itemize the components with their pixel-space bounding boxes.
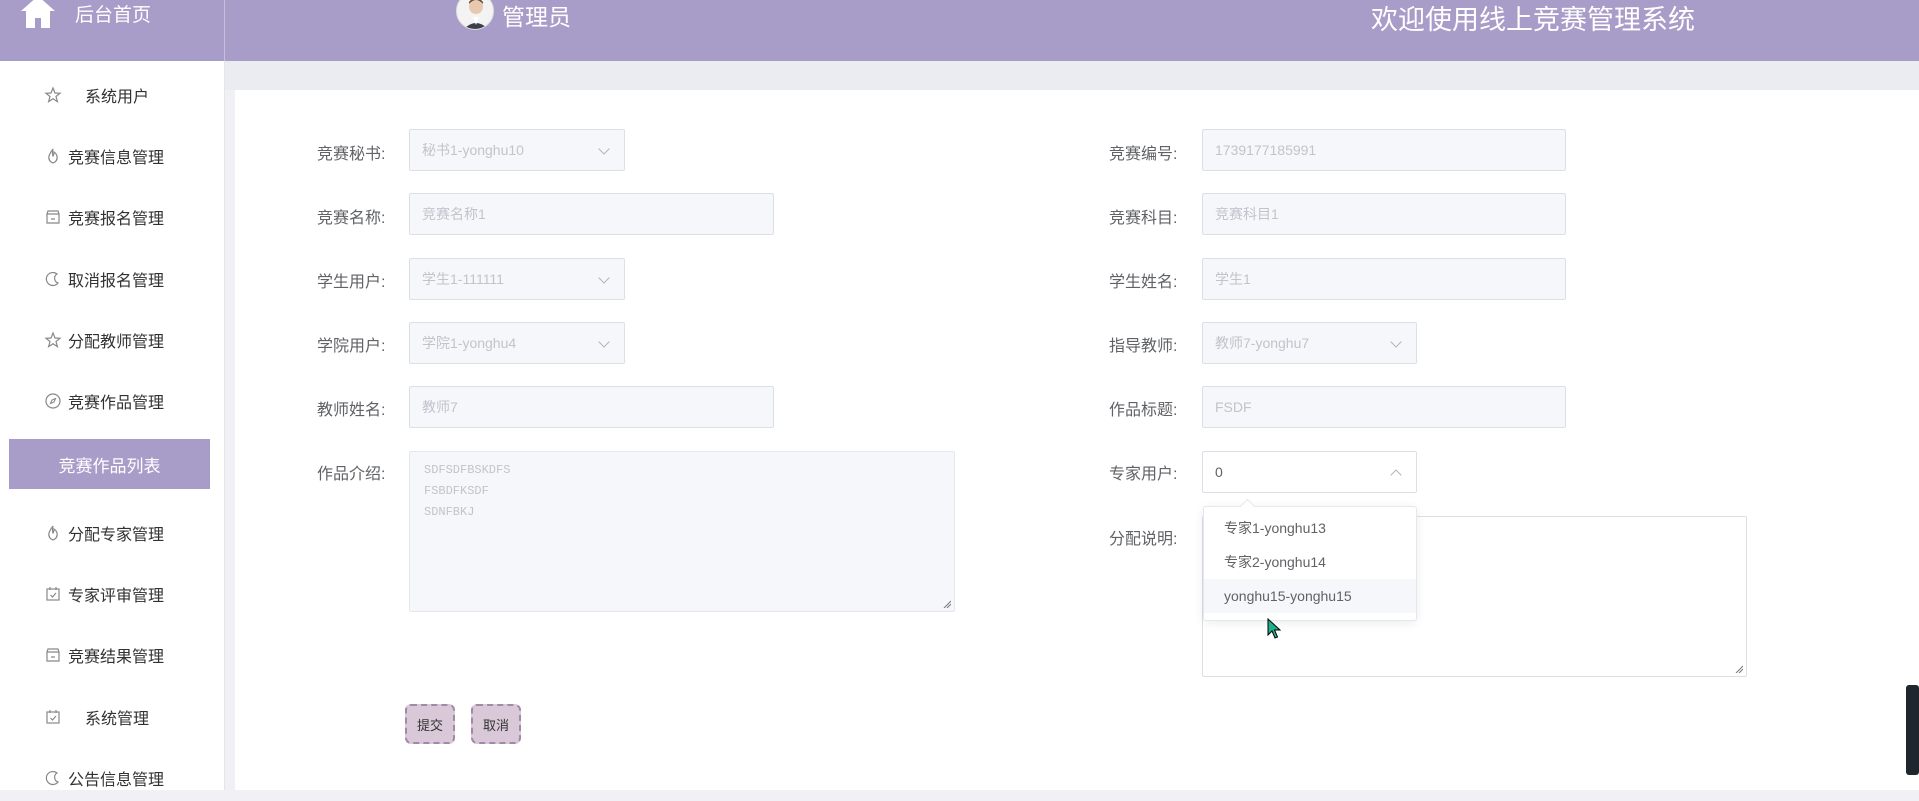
work-title-label: 作品标题:	[1109, 402, 1178, 419]
comp-subject-field[interactable]: 竞赛科目1	[1202, 193, 1566, 235]
sidebar-item-assign-expert[interactable]: 分配专家管理	[0, 510, 225, 556]
home-label: 后台首页	[75, 5, 152, 26]
sidebar-item-announcements[interactable]: 公告信息管理	[0, 755, 225, 801]
welcome-text: 欢迎使用线上竞赛管理系统	[1371, 5, 1695, 35]
star-icon	[44, 331, 62, 348]
calendar-check-icon	[46, 710, 60, 724]
home-icon	[21, 0, 55, 28]
sidebar-item-expert-review[interactable]: 专家评审管理	[0, 571, 225, 617]
expert-option[interactable]: yonghu15-yonghu15	[1204, 579, 1416, 613]
mouse-cursor-icon	[1267, 618, 1281, 639]
expert-option[interactable]: 专家1-yonghu13	[1204, 511, 1416, 545]
teacher-name-label: 教师姓名:	[317, 402, 386, 419]
submit-button[interactable]: 提交	[405, 704, 455, 744]
comp-subject-label: 竞赛科目:	[1109, 210, 1178, 227]
sidebar-item-system-management[interactable]: 系统管理	[0, 694, 225, 740]
star-icon	[44, 86, 62, 103]
sidebar-item-cancel-registration[interactable]: 取消报名管理	[0, 256, 225, 302]
admin-name[interactable]: 管理员	[502, 0, 571, 32]
expert-user-label: 专家用户:	[1109, 466, 1178, 483]
secretary-label: 竞赛秘书:	[317, 146, 386, 163]
expert-dropdown: 专家1-yonghu13 专家2-yonghu14 yonghu15-yongh…	[1203, 506, 1417, 621]
sidebar: 系统用户 竞赛信息管理 竞赛报名管理 取消报名管理 分配教师管理 竞赛作品管理 …	[0, 61, 225, 790]
comp-name-field[interactable]: 竞赛名称1	[409, 193, 774, 235]
moon-icon	[45, 271, 59, 287]
shop-icon	[46, 648, 60, 662]
comp-no-label: 竞赛编号:	[1109, 146, 1178, 163]
student-user-label: 学生用户:	[317, 274, 386, 291]
sidebar-item-competition-info[interactable]: 竞赛信息管理	[0, 133, 225, 179]
college-user-label: 学院用户:	[317, 338, 386, 355]
fire-icon	[48, 148, 58, 164]
secretary-select[interactable]: 秘书1-yonghu10	[409, 129, 625, 171]
expert-option[interactable]: 专家2-yonghu14	[1204, 545, 1416, 579]
shop-icon	[46, 210, 60, 224]
student-name-field[interactable]: 学生1	[1202, 258, 1566, 300]
calendar-check-icon	[46, 587, 60, 601]
advisor-select[interactable]: 教师7-yonghu7	[1202, 322, 1417, 364]
content-top-strip	[225, 61, 1919, 90]
sidebar-item-system-users[interactable]: 系统用户	[0, 72, 225, 118]
top-header: 后台首页 管理员 欢迎使用线上竞赛管理系统	[0, 0, 1919, 61]
student-user-select[interactable]: 学生1-111111	[409, 258, 625, 300]
sidebar-item-works-management[interactable]: 竞赛作品管理	[0, 378, 225, 424]
college-user-select[interactable]: 学院1-yonghu4	[409, 322, 625, 364]
admin-avatar[interactable]	[456, 0, 494, 30]
sidebar-item-works-list[interactable]: 竞赛作品列表	[9, 439, 210, 489]
compass-icon	[45, 393, 61, 409]
work-title-field[interactable]: FSDF	[1202, 386, 1566, 428]
moon-icon	[45, 770, 59, 786]
cancel-button[interactable]: 取消	[471, 704, 521, 744]
work-intro-textarea[interactable]: SDFSDFBSKDFS FSBDFKSDF SDNFBKJ	[409, 451, 955, 612]
assign-note-label: 分配说明:	[1109, 531, 1178, 548]
sidebar-item-competition-results[interactable]: 竞赛结果管理	[0, 632, 225, 678]
sidebar-item-assign-teacher[interactable]: 分配教师管理	[0, 317, 225, 363]
work-intro-label: 作品介绍:	[317, 466, 386, 483]
student-name-label: 学生姓名:	[1109, 274, 1178, 291]
advisor-label: 指导教师:	[1109, 338, 1178, 355]
home-link[interactable]: 后台首页	[0, 0, 225, 61]
teacher-name-field[interactable]: 教师7	[409, 386, 774, 428]
resize-handle-icon[interactable]	[1735, 665, 1743, 673]
expert-user-select[interactable]: 0	[1202, 451, 1417, 493]
sidebar-item-registration[interactable]: 竞赛报名管理	[0, 194, 225, 240]
comp-no-field[interactable]: 1739177185991	[1202, 129, 1566, 171]
fire-icon	[48, 525, 58, 541]
comp-name-label: 竞赛名称:	[317, 210, 386, 227]
resize-handle-icon[interactable]	[943, 600, 951, 608]
side-widget[interactable]	[1906, 685, 1919, 775]
